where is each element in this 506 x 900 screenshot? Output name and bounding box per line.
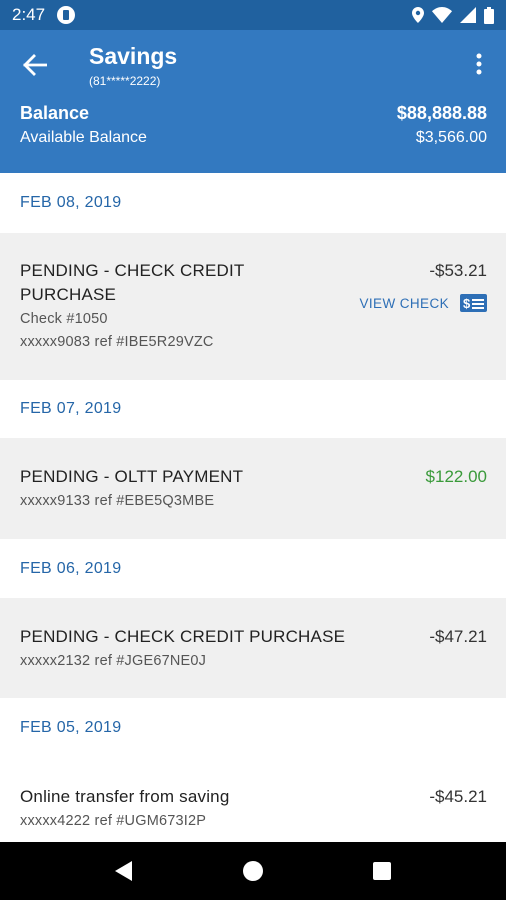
transaction-ref: xxxxx9083 ref #IBE5R29VZC: [20, 334, 214, 350]
account-number: (81*****2222): [89, 74, 161, 88]
balance-value: $88,888.88: [396, 103, 487, 123]
page-title: Savings: [89, 43, 178, 69]
transaction-ref: xxxxx9133 ref #EBE5Q3MBE: [20, 493, 215, 509]
nav-recents-icon: [372, 862, 391, 880]
nav-recents-button[interactable]: [362, 851, 402, 891]
transaction-title: Online transfer from saving: [20, 787, 230, 806]
transaction-title: PENDING - OLTT PAYMENT: [20, 467, 244, 486]
nav-back-button[interactable]: [104, 851, 144, 891]
transaction-row[interactable]: PENDING - CHECK CREDIT PURCHASE xxxxx213…: [0, 598, 506, 698]
available-balance-value: $3,566.00: [415, 129, 487, 146]
check-number: Check #1050: [20, 311, 108, 327]
check-image-icon: $: [460, 294, 487, 312]
balance-label: Balance: [20, 103, 90, 123]
status-time: 2:47: [12, 5, 46, 24]
back-arrow-icon: [23, 54, 47, 76]
date-header: FEB 05, 2019: [0, 698, 506, 758]
transaction-amount: $122.00: [425, 467, 487, 486]
view-check-button[interactable]: VIEW CHECK $: [359, 294, 487, 312]
transaction-amount: -$47.21: [429, 627, 487, 646]
status-icons: [412, 6, 494, 24]
battery-icon: [484, 6, 494, 24]
transaction-row[interactable]: Online transfer from saving xxxxx4222 re…: [0, 758, 506, 842]
account-header: Savings (81*****2222) Balance $88,888.88…: [0, 30, 506, 173]
transaction-ref: xxxxx2132 ref #JGE67NE0J: [20, 653, 207, 669]
back-button[interactable]: [18, 50, 52, 80]
wifi-icon: [432, 7, 452, 23]
transaction-amount: -$45.21: [429, 787, 487, 806]
view-check-label: VIEW CHECK: [359, 295, 449, 311]
date-header: FEB 07, 2019: [0, 380, 506, 438]
status-bar: 2:47: [0, 0, 506, 30]
transaction-title-line2: PURCHASE: [20, 285, 117, 304]
system-navigation-bar: [0, 842, 506, 900]
nav-home-button[interactable]: [233, 851, 273, 891]
transaction-title-line1: PENDING - CHECK CREDIT: [20, 261, 245, 280]
transaction-row[interactable]: PENDING - CHECK CREDIT PURCHASE Check #1…: [0, 233, 506, 380]
signal-icon: [460, 7, 476, 23]
transaction-title: PENDING - CHECK CREDIT PURCHASE: [20, 259, 244, 307]
transaction-amount: -$53.21: [429, 261, 487, 280]
transaction-row[interactable]: PENDING - OLTT PAYMENT xxxxx9133 ref #EB…: [0, 438, 506, 539]
nav-back-icon: [115, 861, 133, 881]
more-options-button[interactable]: [468, 50, 490, 78]
date-header: FEB 08, 2019: [0, 173, 506, 233]
date-header: FEB 06, 2019: [0, 539, 506, 598]
location-icon: [412, 7, 424, 23]
available-balance-label: Available Balance: [20, 129, 147, 146]
app-notification-icon: [57, 6, 76, 24]
transaction-ref: xxxxx4222 ref #UGM673I2P: [20, 813, 207, 829]
more-vert-icon: [476, 53, 482, 75]
nav-home-icon: [242, 861, 263, 881]
transaction-title: PENDING - CHECK CREDIT PURCHASE: [20, 627, 346, 646]
svg-text:$: $: [463, 296, 471, 311]
